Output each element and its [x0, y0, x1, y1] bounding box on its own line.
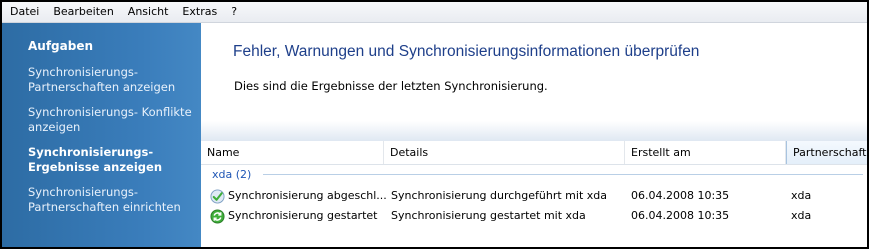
cell-created: 06.04.2008 10:35 — [631, 189, 730, 202]
cell-details: Synchronisierung gestartet mit xda — [391, 209, 586, 222]
menu-bar: Datei Bearbeiten Ansicht Extras ? — [2, 2, 867, 23]
main-content: Fehler, Warnungen und Synchronisierungsi… — [201, 23, 867, 247]
column-header-partnership[interactable]: Partnerschaft — [786, 141, 867, 164]
task-view-partnerships[interactable]: Synchronisierungs- Partnerschaften anzei… — [28, 65, 196, 95]
task-link-line: anzeigen — [28, 120, 81, 134]
cell-partnership: xda — [791, 189, 812, 202]
page-title: Fehler, Warnungen und Synchronisierungsi… — [233, 43, 700, 60]
header-divider-band — [201, 121, 867, 141]
cell-name: Synchronisierung gestartet — [210, 206, 386, 226]
group-header[interactable]: xda (2) — [201, 164, 867, 184]
cell-created: 06.04.2008 10:35 — [631, 209, 730, 222]
task-link-line: Synchronisierungs- Konflikte — [28, 105, 192, 119]
task-view-conflicts[interactable]: Synchronisierungs- Konflikte anzeigen — [28, 105, 196, 135]
page-subtitle: Dies sind die Ergebnisse der letzten Syn… — [234, 79, 548, 93]
menu-help[interactable]: ? — [224, 2, 244, 22]
menu-datei[interactable]: Datei — [2, 2, 46, 22]
window: Datei Bearbeiten Ansicht Extras ? Aufgab… — [0, 0, 869, 249]
group-label: xda (2) — [212, 168, 252, 181]
task-link-line: Synchronisierungs- — [28, 185, 139, 199]
sync-started-icon — [210, 208, 225, 224]
task-link-line: Partnerschaften einrichten — [28, 200, 181, 214]
sync-complete-icon — [210, 188, 225, 204]
row-name: Synchronisierung abgeschl... — [228, 189, 386, 202]
table-row[interactable]: Synchronisierung gestartet Synchronisier… — [201, 206, 867, 226]
row-name: Synchronisierung gestartet — [228, 209, 378, 222]
column-header-created[interactable]: Erstellt am — [625, 141, 786, 164]
cell-partnership: xda — [791, 209, 812, 222]
column-header-name[interactable]: Name — [201, 141, 384, 164]
task-pane: Aufgaben Synchronisierungs- Partnerschaf… — [2, 23, 201, 247]
column-header-details[interactable]: Details — [384, 141, 625, 164]
task-link-line: Synchronisierungs- — [28, 65, 139, 79]
task-link-line: Synchronisierungs- — [28, 145, 154, 159]
header-area: Fehler, Warnungen und Synchronisierungsi… — [201, 23, 867, 121]
menu-bearbeiten[interactable]: Bearbeiten — [46, 2, 120, 22]
menu-ansicht[interactable]: Ansicht — [121, 2, 176, 22]
task-view-results[interactable]: Synchronisierungs- Ergebnisse anzeigen — [28, 145, 196, 175]
cell-details: Synchronisierung durchgeführt mit xda — [391, 189, 607, 202]
cell-name: Synchronisierung abgeschl... — [210, 186, 386, 206]
task-link-line: Ergebnisse anzeigen — [28, 160, 163, 174]
task-setup-partnerships[interactable]: Synchronisierungs- Partnerschaften einri… — [28, 185, 196, 215]
table-header: Name Details Erstellt am Partnerschaft — [201, 141, 867, 165]
menu-extras[interactable]: Extras — [175, 2, 224, 22]
task-pane-heading: Aufgaben — [28, 39, 94, 53]
task-link-line: Partnerschaften anzeigen — [28, 80, 176, 94]
group-divider — [263, 174, 863, 175]
table-row[interactable]: Synchronisierung abgeschl... Synchronisi… — [201, 186, 867, 206]
